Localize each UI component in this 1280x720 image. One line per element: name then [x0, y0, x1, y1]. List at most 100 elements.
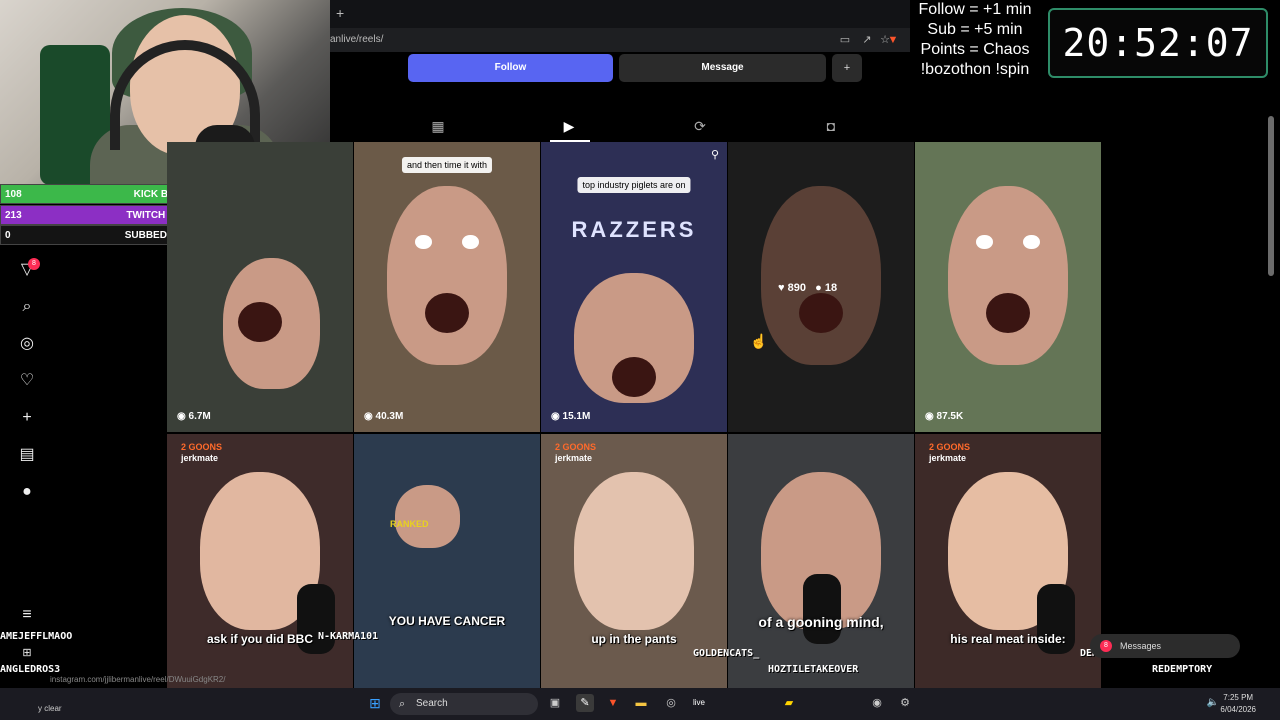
video-thumbnail[interactable]: ◉ 6.7M: [167, 142, 353, 432]
view-count: ◉ 40.3M: [364, 411, 404, 422]
cast-icon[interactable]: ▭: [838, 34, 852, 46]
follow-button[interactable]: Follow: [408, 54, 613, 82]
video-thumbnail[interactable]: RAZZERS top industry piglets are on ⚲ ◉ …: [541, 142, 727, 432]
browser-toolbar: + anlive/reels/ ▭ ↗ ☆ ▼: [330, 0, 930, 52]
clock-date: 6/04/2026: [1220, 705, 1256, 714]
video-thumbnail[interactable]: ◉ 87.5K: [915, 142, 1101, 432]
chat-username: ANGLEDROS3: [0, 664, 61, 675]
heart-icon: ♥: [778, 282, 785, 294]
video-thumbnail[interactable]: ♥ 890 ● 18: [728, 142, 914, 432]
menu-icon[interactable]: ≡: [17, 605, 37, 625]
mouse-cursor-icon: ☝: [750, 333, 768, 349]
taskbar-search[interactable]: ⌕ Search: [390, 693, 538, 715]
profile-avatar-icon[interactable]: ●: [17, 482, 37, 502]
chat-username: N-KARMA101: [318, 631, 379, 642]
video-caption: top industry piglets are on: [577, 177, 691, 193]
settings-icon[interactable]: ⚙: [896, 694, 914, 712]
video-thumbnail[interactable]: 2 GOONS jerkmate ask if you did BBC: [167, 434, 353, 688]
reels-tab-icon[interactable]: ▶: [560, 117, 578, 135]
video-subtitle: YOU HAVE CANCER: [388, 614, 506, 628]
banner-text: RAZZERS: [571, 217, 697, 242]
heart-icon[interactable]: ♡: [17, 371, 37, 391]
rule-line: Follow = +1 min: [918, 1, 1032, 18]
thumbnail-face: [948, 185, 1068, 366]
brave-browser-icon[interactable]: ▼: [604, 694, 622, 712]
video-subtitle: up in the pants: [591, 632, 677, 646]
clock-time: 7:25 PM: [1223, 693, 1254, 702]
promo-tag: 2 GOONS jerkmate: [555, 442, 597, 463]
thumbnail-mouth: [237, 301, 283, 343]
reposts-tab-icon[interactable]: ⟳: [691, 117, 709, 135]
windows-start-icon[interactable]: ⊞: [366, 694, 384, 712]
create-icon[interactable]: +: [17, 408, 37, 428]
rule-line: Sub = +5 min: [927, 21, 1023, 38]
tab-strip: +: [330, 0, 930, 28]
video-subtitle: of a gooning mind,: [758, 614, 884, 630]
explore-icon[interactable]: ◎: [17, 334, 37, 354]
page-scrollbar[interactable]: [1268, 116, 1274, 276]
messages-badge: 8: [1100, 640, 1112, 652]
message-button[interactable]: Message: [619, 54, 826, 82]
search-icon[interactable]: ⌕: [17, 297, 37, 317]
rule-line: !bozothon !spin: [920, 61, 1030, 78]
thumbnail-eye: [461, 234, 479, 250]
taskbar-clock[interactable]: 7:25 PM 6/04/2026: [1220, 692, 1256, 716]
pin-icon: ⚲: [710, 149, 719, 161]
volume-icon[interactable]: 🔈: [1204, 694, 1222, 712]
search-label: Search: [416, 698, 448, 709]
stats-icon[interactable]: ▤: [17, 445, 37, 465]
obs-icon[interactable]: ◉: [868, 694, 886, 712]
grid-tab-icon[interactable]: ▦: [429, 117, 447, 135]
qr-icon[interactable]: ⊞: [17, 643, 37, 663]
task-view-icon[interactable]: ▣: [546, 694, 564, 712]
video-thumbnail[interactable]: and then time it with ◉ 40.3M: [354, 142, 540, 432]
messages-pill[interactable]: 8 Messages: [1090, 634, 1240, 658]
add-friend-button[interactable]: +: [832, 54, 862, 82]
chat-username: REDEMPTORY: [1152, 664, 1213, 675]
chrome-icon[interactable]: ◎: [662, 694, 680, 712]
notification-badge: 8: [28, 258, 40, 270]
status-text: y clear: [38, 704, 62, 713]
video-subtitle: his real meat inside:: [950, 632, 1066, 646]
subathon-timer: 20:52:07: [1048, 8, 1268, 78]
chat-username: GOLDENCATS_: [693, 648, 760, 659]
promo-tag: 2 GOONS jerkmate: [181, 442, 223, 463]
thumbnail-face: [394, 484, 460, 549]
notes-app-icon[interactable]: ✎: [576, 694, 594, 712]
windows-taskbar: y clear ⊞ ⌕ Search ▣ ✎ ▼ ▬ ◎ live ▰ ◉ ⚙ …: [0, 688, 1280, 720]
tiktok-sidebar: ▽ 8 ⌕ ◎ ♡ + ▤ ● ≡ ⊞: [0, 245, 167, 685]
chat-username: AMEJEFFLMAOO: [0, 631, 73, 642]
tagged-tab-icon[interactable]: ◘: [822, 117, 840, 135]
video-thumbnail[interactable]: RANKED YOU HAVE CANCER: [354, 434, 540, 688]
file-explorer-icon[interactable]: ▬: [632, 694, 650, 712]
chat-username: HOZTILETAKEOVER: [768, 664, 859, 675]
like-count: 890: [787, 282, 806, 294]
comment-count: 18: [824, 282, 838, 294]
rule-line: Points = Chaos: [920, 41, 1030, 58]
messages-label: Messages: [1120, 641, 1162, 651]
view-count: ◉ 6.7M: [177, 411, 211, 422]
thumbnail-face: [761, 185, 881, 366]
thumbnail-eye: [1022, 234, 1040, 250]
address-bar[interactable]: anlive/reels/: [330, 34, 383, 45]
view-count: ◉ 87.5K: [925, 411, 964, 422]
subathon-rules: Follow = +1 min Sub = +5 min Points = Ch…: [910, 0, 1040, 82]
thumbnail-face: [387, 185, 507, 366]
brave-shield-icon[interactable]: ▼: [886, 34, 900, 46]
comment-icon: ●: [815, 282, 822, 294]
status-url: instagram.com/jjlibermanlive/reel/DWuuiG…: [50, 675, 226, 684]
sticky-notes-icon[interactable]: ▰: [780, 694, 798, 712]
hover-stats: ♥ 890 ● 18: [778, 282, 837, 294]
view-count: ◉ 15.1M: [551, 411, 591, 422]
thumbnail-face: [574, 472, 694, 630]
video-caption: and then time it with: [401, 157, 493, 173]
promo-tag: 2 GOONS jerkmate: [929, 442, 971, 463]
live-app-icon[interactable]: live: [690, 694, 708, 712]
thumbnail-mouth: [611, 356, 657, 398]
shirt-logo: RANKED: [390, 519, 429, 529]
share-icon[interactable]: ↗: [860, 34, 874, 46]
new-tab-button[interactable]: +: [336, 5, 344, 21]
search-icon: ⌕: [399, 698, 406, 710]
video-thumbnail[interactable]: 2 GOONS jerkmate his real meat inside:: [915, 434, 1101, 688]
microphone: [803, 574, 841, 644]
